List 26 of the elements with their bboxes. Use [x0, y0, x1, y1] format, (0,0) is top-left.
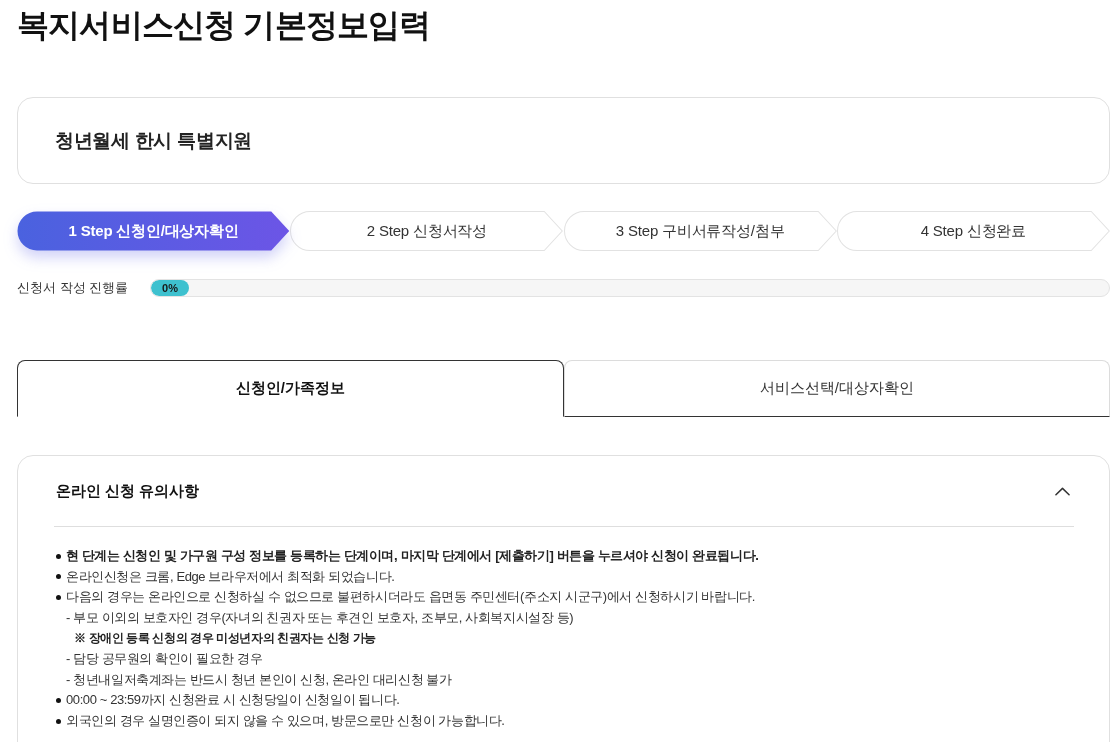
page-title: 복지서비스신청 기본정보입력 [17, 6, 431, 45]
notice-text: 다음의 경우는 온라인으로 신청하실 수 없으므로 불편하시더라도 읍면동 주민센터(주소지 시군구)에서 신청하시기 바랍니다. [66, 588, 755, 607]
step-indicator[interactable]: 1 Step 신청인/대상자확인 [17, 211, 291, 251]
notice-text: - 청년내일저축계좌는 반드시 청년 본인이 신청, 온라인 대리신청 불가 [66, 670, 452, 689]
step-indicator[interactable]: 2 Step 신청서작성 [290, 211, 564, 251]
bullet-icon [56, 553, 61, 559]
chevron-up-icon[interactable] [1055, 486, 1070, 496]
progress-reading: 0% [162, 282, 178, 294]
bullet-icon [56, 574, 61, 580]
bullet-icon [56, 595, 61, 600]
notice-text: 외국인의 경우 실명인증이 되지 않을 수 있으며, 방문으로만 신청이 가능합니다. [66, 712, 505, 731]
step-indicator[interactable]: 3 Step 구비서류작성/첨부 [563, 211, 837, 251]
form-tab[interactable]: 서비스선택/대상자확인 [563, 360, 1110, 417]
notice-text: 현 단계는 신청인 및 가구원 구성 정보를 등록하는 단계이며, 마지막 단계에서 [제출하기] 버튼을 누르셔야 신청이 완료됩니다. [66, 547, 759, 566]
notice-text: - 담당 공무원의 확인이 필요한 경우 [66, 650, 263, 669]
bullet-icon [56, 718, 61, 724]
notice-title: 온라인 신청 유의사항 [56, 481, 200, 501]
bullet-icon [56, 697, 61, 703]
notice-text: - 부모 이외의 보호자인 경우(자녀의 친권자 또는 후견인 보호자, 조부모, 사회복지시설장 등) [66, 609, 574, 628]
step-indicator[interactable]: 4 Step 신청완료 [836, 211, 1110, 251]
notice-text: ※ 장애인 등록 신청의 경우 미성년자의 친권자는 신청 가능 [74, 630, 376, 648]
form-tab[interactable]: 신청인/가족정보 [17, 360, 564, 417]
notice-text: 00:00 ~ 23:59까지 신청완료 시 신청당일이 신청일이 됩니다. [66, 691, 400, 710]
notice-text: 온라인신청은 크롬, Edge 브라우저에서 최적화 되었습니다. [66, 567, 395, 586]
service-name: 청년월세 한시 특별지원 [55, 128, 252, 153]
progress-label: 신청서 작성 진행률 [17, 279, 130, 297]
